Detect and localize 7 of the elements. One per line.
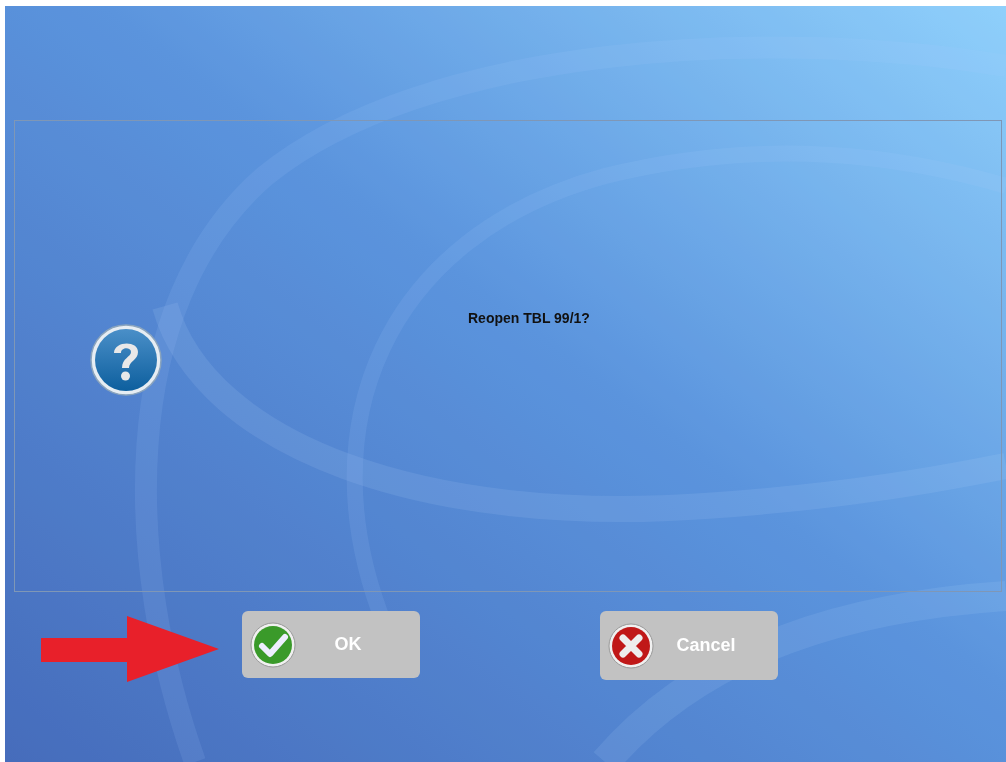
checkmark-icon [250,621,296,668]
arrow-icon [41,616,219,682]
ok-button[interactable]: OK [242,611,420,678]
dialog-message: Reopen TBL 99/1? [468,310,590,326]
question-icon [88,323,164,397]
cancel-button[interactable]: Cancel [600,611,778,680]
close-icon [608,622,654,669]
